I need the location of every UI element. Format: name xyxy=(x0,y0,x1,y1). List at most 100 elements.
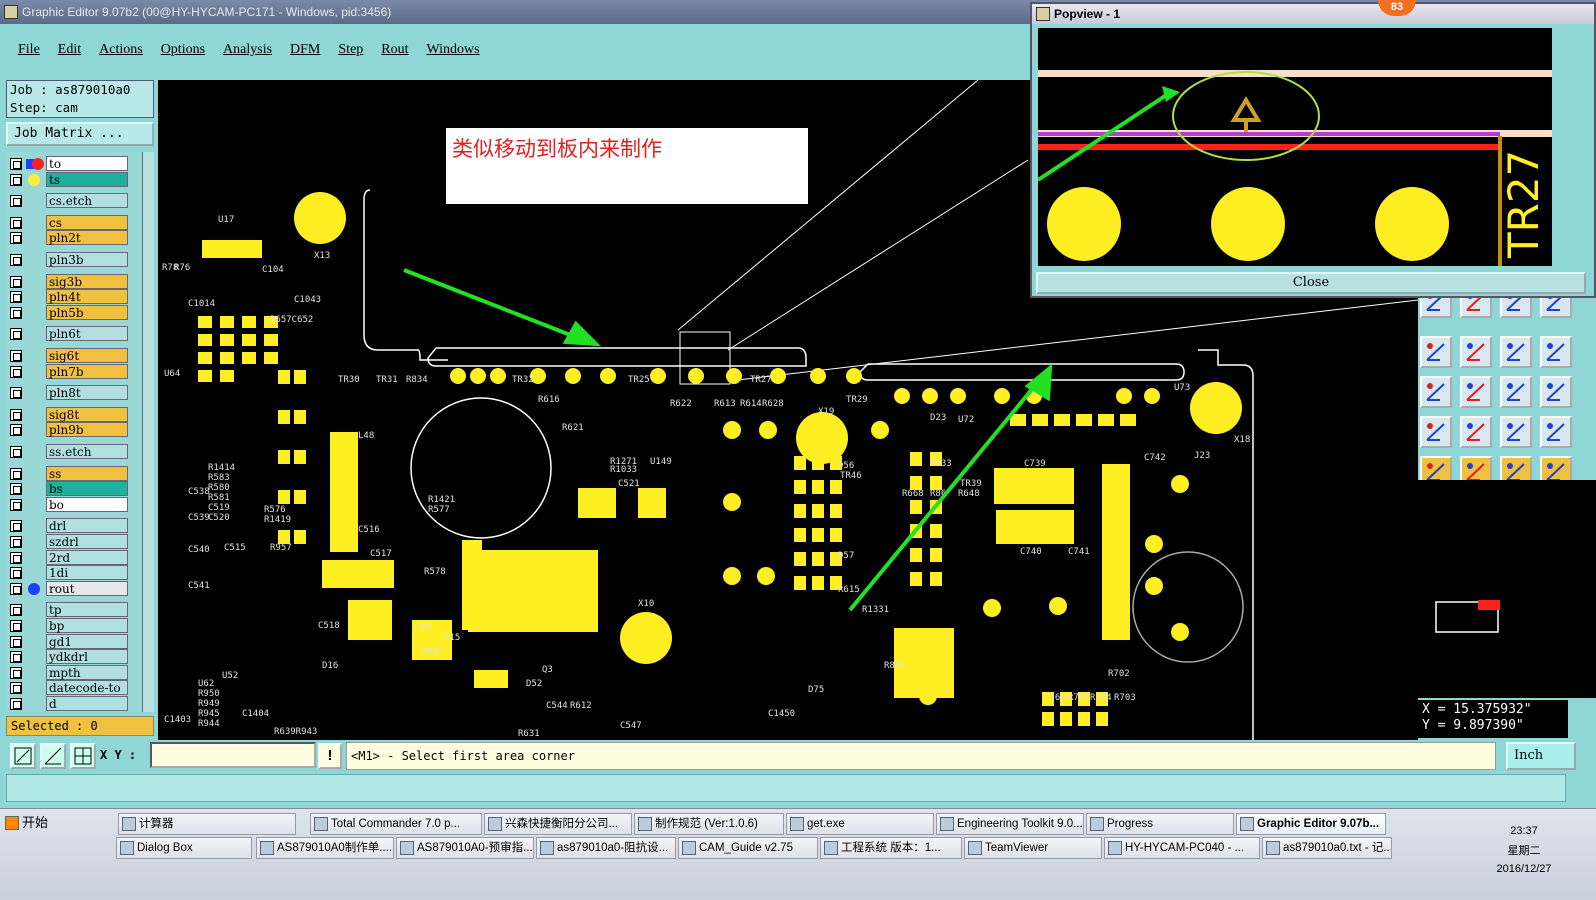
measure-box-tool-button[interactable] xyxy=(1500,376,1532,408)
system-clock[interactable]: 23:37 星期二 2016/12/27 xyxy=(1496,821,1552,877)
menu-file[interactable]: File xyxy=(18,42,40,58)
layer-pln5b[interactable]: pln5b xyxy=(10,304,134,320)
layer-bo[interactable]: bo xyxy=(10,496,134,512)
taskbar-item-row2-3[interactable]: as879010a0-阻抗设... xyxy=(536,837,676,859)
taskbar-item-row1-3[interactable]: 制作规范 (Ver:1.0.6) xyxy=(634,813,784,835)
layer-toggle-checkbox[interactable] xyxy=(10,291,22,304)
layer-toggle-checkbox[interactable] xyxy=(10,446,22,458)
layer-cs.etch[interactable]: cs.etch xyxy=(10,193,134,209)
rotate-tool-button[interactable] xyxy=(1500,336,1532,368)
menu-analysis[interactable]: Analysis xyxy=(223,42,272,58)
menu-windows[interactable]: Windows xyxy=(427,42,480,58)
layer-toggle-checkbox[interactable] xyxy=(10,195,22,208)
taskbar-item-row1-1[interactable]: Total Commander 7.0 p... xyxy=(310,813,482,835)
layer-toggle-checkbox[interactable] xyxy=(10,682,22,695)
layer-toggle-checkbox[interactable] xyxy=(10,604,22,617)
layer-toggle-checkbox[interactable] xyxy=(10,551,22,564)
taskbar-item-row2-2[interactable]: AS879010A0-预审指... xyxy=(396,837,534,859)
layer-toggle-checkbox[interactable] xyxy=(10,498,22,511)
layer-szdrl[interactable]: szdrl xyxy=(10,534,134,549)
layer-toggle-checkbox[interactable] xyxy=(10,635,22,648)
layer-toggle-checkbox[interactable] xyxy=(10,408,22,421)
layer-toggle-checkbox[interactable] xyxy=(10,424,22,437)
layer-pln4t[interactable]: pln4t xyxy=(10,289,134,305)
taskbar-item-row2-4[interactable]: CAM_Guide v2.75 xyxy=(678,837,818,859)
layer-toggle-checkbox[interactable] xyxy=(10,254,22,266)
layer-to[interactable]: to xyxy=(10,156,134,171)
layer-gd1[interactable]: gd1 xyxy=(10,633,134,649)
layer-toggle-checkbox[interactable] xyxy=(10,328,22,341)
layer-toggle-checkbox[interactable] xyxy=(10,582,22,595)
layer-bp[interactable]: bp xyxy=(10,618,134,633)
line-tool-button[interactable] xyxy=(1420,336,1452,368)
layer-mpth[interactable]: mpth xyxy=(10,664,134,680)
layer-sig3b[interactable]: sig3b xyxy=(10,273,134,289)
layer-datecode-to[interactable]: datecode-to xyxy=(10,680,134,696)
xy-input[interactable] xyxy=(150,742,316,768)
layer-toggle-checkbox[interactable] xyxy=(10,666,22,679)
fill-tool-button[interactable] xyxy=(1540,416,1572,448)
layer-toggle-checkbox[interactable] xyxy=(10,698,22,710)
unit-selector[interactable]: Inch xyxy=(1506,742,1576,770)
layer-toggle-checkbox[interactable] xyxy=(10,467,22,480)
taskbar-item-row2-6[interactable]: TeamViewer xyxy=(964,837,1102,859)
taskbar-item-row1-2[interactable]: 兴森快捷衡阳分公司... xyxy=(484,813,632,835)
measure-button[interactable] xyxy=(40,743,66,769)
text-tool-button[interactable] xyxy=(1500,416,1532,448)
layer-toggle-checkbox[interactable] xyxy=(10,520,22,533)
start-button[interactable]: 开始 xyxy=(2,813,62,835)
layer-2rd[interactable]: 2rd xyxy=(10,549,134,565)
layer-toggle-checkbox[interactable] xyxy=(10,232,22,245)
layer-ss.etch[interactable]: ss.etch xyxy=(10,444,134,459)
job-matrix-button[interactable]: Job Matrix ... xyxy=(6,122,154,146)
menu-dfm[interactable]: DFM xyxy=(290,42,320,58)
taskbar-item-row2-0[interactable]: Dialog Box xyxy=(116,837,252,859)
layer-toggle-checkbox[interactable] xyxy=(10,365,22,378)
layer-toggle-checkbox[interactable] xyxy=(10,306,22,319)
popview-close-button[interactable]: Close xyxy=(1036,272,1586,294)
layer-toggle-checkbox[interactable] xyxy=(10,536,22,548)
taskbar-item-row2-1[interactable]: AS879010A0制作单.... xyxy=(256,837,394,859)
layer-tp[interactable]: tp xyxy=(10,602,134,618)
popview-title-bar[interactable]: Popview - 1 xyxy=(1032,4,1594,24)
layer-ts[interactable]: ts xyxy=(10,171,134,187)
layer-rout[interactable]: rout xyxy=(10,580,134,596)
layer-pln9b[interactable]: pln9b xyxy=(10,422,134,438)
layer-toggle-checkbox[interactable] xyxy=(10,651,22,664)
layer-toggle-checkbox[interactable] xyxy=(10,216,22,229)
arc-tool-button[interactable] xyxy=(1460,336,1492,368)
popview-canvas[interactable]: TR27 xyxy=(1038,28,1552,266)
taskbar-item-row1-4[interactable]: get.exe xyxy=(786,813,934,835)
alert-button[interactable]: ! xyxy=(318,743,342,769)
layer-toggle-checkbox[interactable] xyxy=(10,173,22,186)
copy-tool-button[interactable] xyxy=(1540,376,1572,408)
layer-pln7b[interactable]: pln7b xyxy=(10,363,134,379)
layer-1di[interactable]: 1di xyxy=(10,565,134,581)
layer-pln2t[interactable]: pln2t xyxy=(10,230,134,246)
menu-step[interactable]: Step xyxy=(338,42,363,58)
layer-d[interactable]: d xyxy=(10,696,134,711)
taskbar-item-row2-7[interactable]: HY-HYCAM-PC040 - ... xyxy=(1104,837,1260,859)
layer-list-scrollbar[interactable] xyxy=(142,152,154,712)
layer-toggle-checkbox[interactable] xyxy=(10,483,22,496)
taskbar-item-row1-0[interactable]: 计算器 xyxy=(118,813,296,835)
line-move-tool-button[interactable] xyxy=(1460,376,1492,408)
layer-toggle-checkbox[interactable] xyxy=(10,275,22,288)
layer-toggle-checkbox[interactable] xyxy=(10,620,22,632)
taskbar-item-row2-5[interactable]: 工程系统 版本：1... xyxy=(820,837,962,859)
menu-options[interactable]: Options xyxy=(161,42,205,58)
layer-cs[interactable]: cs xyxy=(10,214,134,230)
layer-drl[interactable]: drl xyxy=(10,518,134,534)
overview-panel[interactable] xyxy=(1418,480,1596,698)
layer-sig6t[interactable]: sig6t xyxy=(10,348,134,363)
polygon-tool-button[interactable] xyxy=(1460,416,1492,448)
taskbar-item-row1-7[interactable]: Graphic Editor 9.07b... xyxy=(1236,813,1386,835)
zoom-area-button[interactable] xyxy=(10,743,36,769)
layer-ss[interactable]: ss xyxy=(10,465,134,481)
menu-edit[interactable]: Edit xyxy=(58,42,81,58)
mirror-tool-button[interactable] xyxy=(1540,336,1572,368)
layer-toggle-checkbox[interactable] xyxy=(10,387,22,400)
menu-rout[interactable]: Rout xyxy=(381,42,408,58)
add-pad-tool-button[interactable] xyxy=(1420,376,1452,408)
layer-pln3b[interactable]: pln3b xyxy=(10,252,134,267)
